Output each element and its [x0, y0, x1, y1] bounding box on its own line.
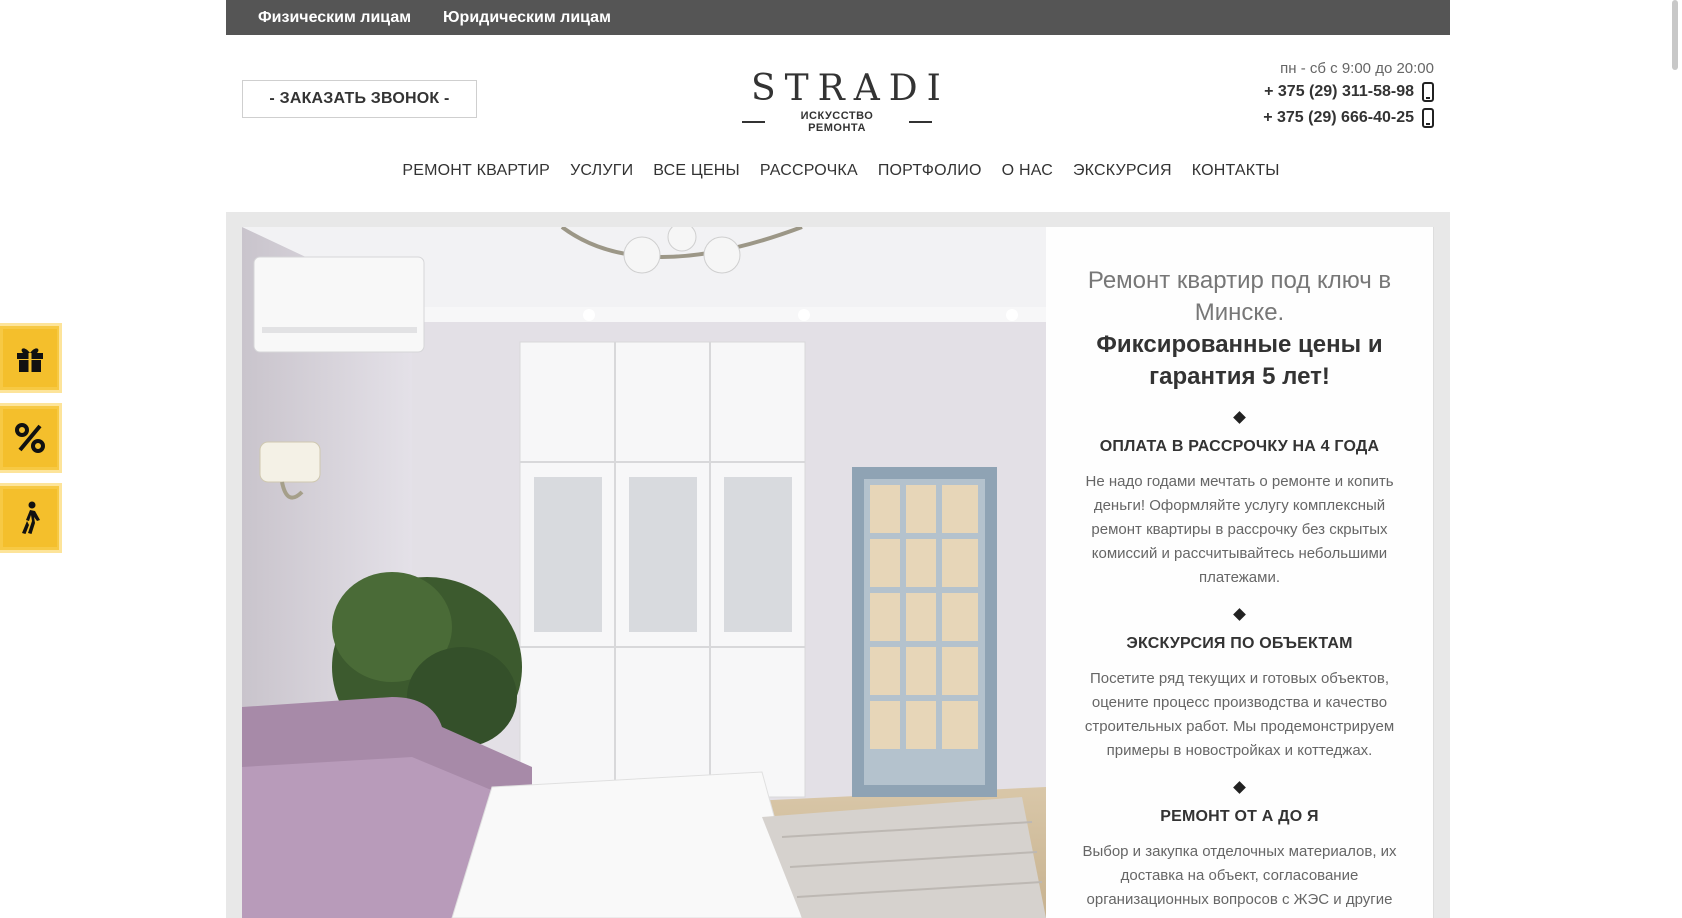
logo-tagline-row: ИСКУССТВО РЕМОНТА [742, 110, 932, 134]
nav-item-excursion[interactable]: ЭКСКУРСИЯ [1073, 162, 1172, 180]
hero-heading-bold: Фиксированные цены и гарантия 5 лет! [1096, 331, 1383, 390]
logo-brand: STRADI [751, 68, 950, 109]
phone-number-1[interactable]: + 375 (29) 311-58-98 [1264, 83, 1414, 101]
feature-text-installment: Не надо годами мечтать о ремонте и копит… [1085, 473, 1394, 586]
gift-widget-inner [2, 329, 57, 387]
contacts-block: пн - сб с 9:00 до 20:00 + 375 (29) 311-5… [1263, 60, 1434, 134]
page: Физическим лицам Юридическим лицам - ЗАК… [0, 0, 1682, 918]
gift-widget-button[interactable] [0, 323, 62, 393]
individuals-link[interactable]: Физическим лицам [258, 9, 411, 27]
hero-heading-light: Ремонт квартир под ключ в Минске. [1087, 267, 1392, 326]
feature-text-turnkey: Выбор и закупка отделочных материалов, и… [1082, 843, 1397, 908]
diamond-divider [1233, 608, 1246, 621]
percent-icon [14, 423, 45, 453]
feature-title-turnkey: РЕМОНТ ОТ А ДО Я [1160, 808, 1319, 825]
logo-divider-right [908, 121, 932, 123]
hero-info-panel: Ремонт квартир под ключ в Минске. Фиксир… [1046, 227, 1434, 918]
page-scrollbar[interactable] [1668, 0, 1682, 918]
excursion-widget-inner [2, 489, 57, 547]
logo[interactable]: STRADI ИСКУССТВО РЕМОНТА [742, 68, 950, 134]
feature-title-installment: ОПЛАТА В РАССРОЧКУ НА 4 ГОДА [1099, 438, 1380, 455]
nav-item-apartment-renovation[interactable]: РЕМОНТ КВАРТИР [402, 162, 550, 180]
phone-number-2[interactable]: + 375 (29) 666-40-25 [1263, 109, 1414, 127]
mobile-phone-icon [1422, 108, 1434, 128]
feature-text-excursion: Посетите ряд текущих и готовых объектов,… [1084, 670, 1395, 759]
gift-icon [16, 348, 43, 372]
nav-item-services[interactable]: УСЛУГИ [570, 162, 633, 180]
nav-item-portfolio[interactable]: ПОРТФОЛИО [878, 162, 982, 180]
phone-row-1[interactable]: + 375 (29) 311-58-98 [1263, 82, 1434, 102]
phone-row-2[interactable]: + 375 (29) 666-40-25 [1263, 108, 1434, 128]
main-nav: РЕМОНТ КВАРТИР УСЛУГИ ВСЕ ЦЕНЫ РАССРОЧКА… [0, 162, 1682, 180]
discount-widget-button[interactable] [0, 403, 62, 473]
excursion-widget-button[interactable] [0, 483, 62, 553]
discount-widget-inner [2, 409, 57, 467]
working-hours: пн - сб с 9:00 до 20:00 [1280, 60, 1434, 77]
nav-item-contacts[interactable]: КОНТАКТЫ [1192, 162, 1280, 180]
logo-tagline: ИСКУССТВО РЕМОНТА [800, 110, 874, 134]
walking-person-icon [21, 501, 40, 534]
legal-entities-link[interactable]: Юридическим лицам [443, 9, 611, 27]
diamond-divider [1233, 411, 1246, 424]
hero-interior-image [242, 227, 1046, 918]
nav-item-about[interactable]: О НАС [1002, 162, 1053, 180]
top-bar: Физическим лицам Юридическим лицам [226, 0, 1450, 35]
nav-item-all-prices[interactable]: ВСЕ ЦЕНЫ [653, 162, 740, 180]
interior-illustration [242, 227, 1046, 918]
scrollbar-thumb[interactable] [1672, 0, 1678, 70]
nav-item-installment[interactable]: РАССРОЧКА [760, 162, 858, 180]
order-call-button[interactable]: - ЗАКАЗАТЬ ЗВОНОК - [242, 80, 477, 118]
logo-divider-left [742, 121, 766, 123]
feature-title-excursion: ЭКСКУРСИЯ ПО ОБЪЕКТАМ [1126, 635, 1353, 652]
diamond-divider [1233, 781, 1246, 794]
mobile-phone-icon [1422, 82, 1434, 102]
